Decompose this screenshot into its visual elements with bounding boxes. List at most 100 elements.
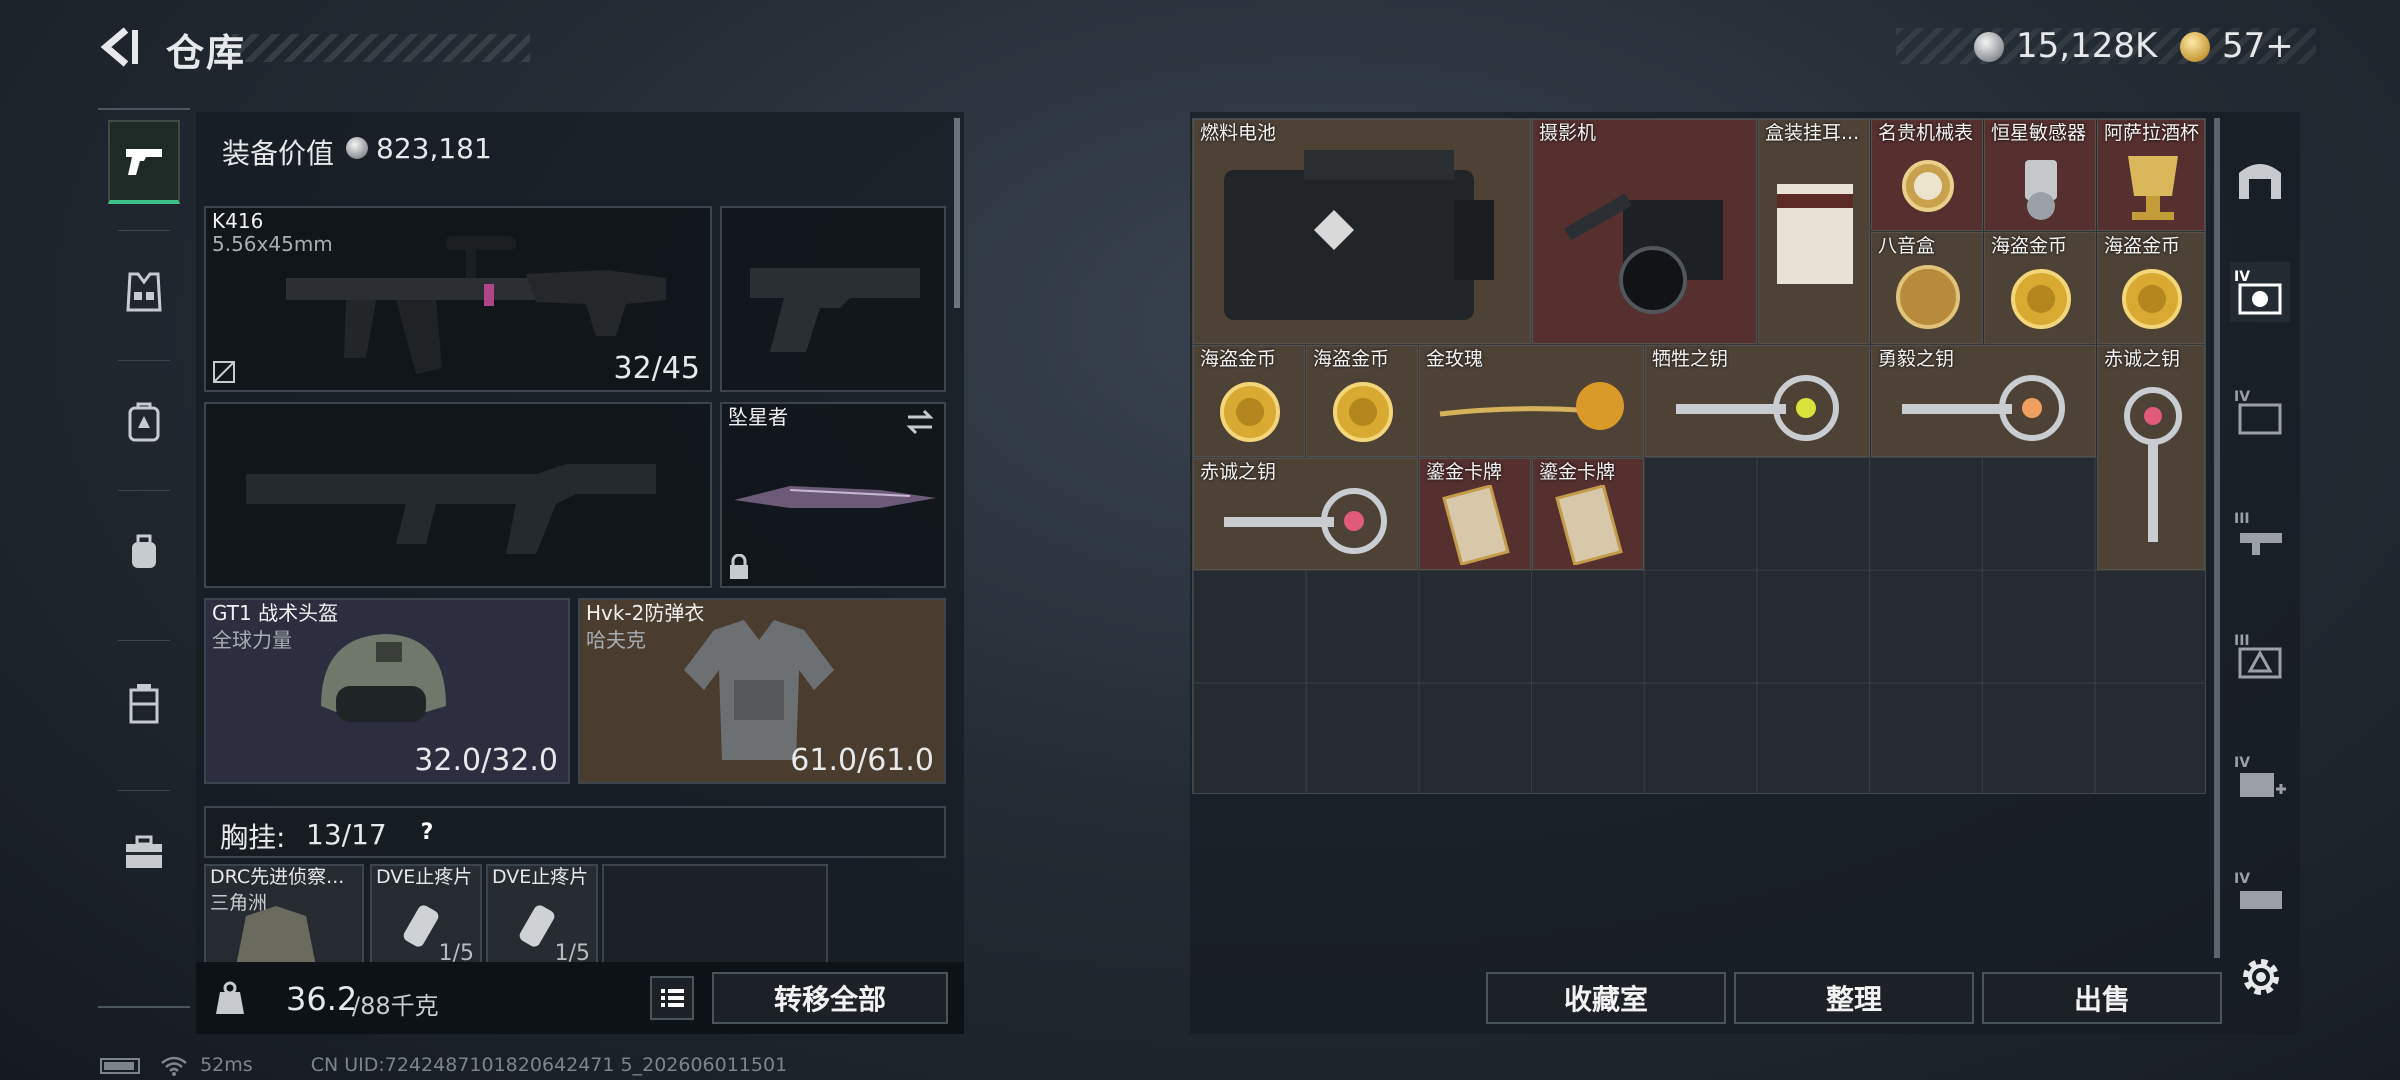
goblet-icon <box>2128 156 2178 220</box>
star-sensor-icon <box>2025 160 2057 220</box>
rail-backpack-tab[interactable] <box>108 380 180 464</box>
storage-home-tab[interactable] <box>2230 148 2290 208</box>
storage-item[interactable]: 盒装挂耳... <box>1758 119 1870 344</box>
rail-weapon-tab[interactable] <box>108 120 180 204</box>
list-icon <box>661 989 684 1007</box>
storage-item[interactable]: 金玫瑰 <box>1419 345 1644 457</box>
secondary-weapon-slot-empty[interactable] <box>204 402 712 588</box>
swap-icon[interactable] <box>904 408 936 436</box>
storage-tab-level-iv[interactable]: IV <box>2230 262 2290 322</box>
coffee-box-icon <box>1777 184 1853 284</box>
storage-item[interactable]: 赤诚之钥 <box>1193 458 1418 570</box>
watch-icon <box>1902 160 1954 212</box>
key-icon <box>2124 387 2182 542</box>
storage-item[interactable]: 海盗金币 <box>2097 232 2205 344</box>
storage-tab-level-iii[interactable]: III <box>2230 504 2290 564</box>
rail-pouch-tab[interactable] <box>108 510 180 594</box>
fuel-cell-icon <box>1224 150 1494 320</box>
chest-rig-item[interactable]: DVE止疼片 1/5 <box>370 864 482 966</box>
item-name: 阿萨拉酒杯 <box>2104 122 2200 144</box>
storage-item[interactable]: 阿萨拉酒杯 <box>2097 119 2205 231</box>
helmet-slot[interactable]: GT1 战术头盔 全球力量 32.0/32.0 <box>204 598 570 784</box>
transfer-all-button[interactable]: 转移全部 <box>712 972 948 1024</box>
equipment-scrollbar[interactable] <box>954 118 960 308</box>
storage-item[interactable]: 勇毅之钥 <box>1871 345 2096 457</box>
storage-item[interactable]: 燃料电池 <box>1193 119 1531 344</box>
chest-rig-item[interactable]: DVE止疼片 1/5 <box>486 864 598 966</box>
medical-category-icon: IV <box>2234 755 2286 797</box>
storage-tab-level-iv-4[interactable]: IV <box>2230 864 2290 924</box>
silver-amount[interactable]: 15,128K <box>2016 26 2157 66</box>
storage-item[interactable]: 名贵机械表 <box>1871 119 1983 231</box>
pouch-icon <box>132 534 156 568</box>
equipment-category-icon: IV <box>2234 389 2282 435</box>
chest-rig-label: 胸挂: <box>220 821 286 854</box>
storage-item[interactable]: 鎏金卡牌 <box>1419 458 1531 570</box>
battery-icon <box>100 1057 140 1074</box>
silver-coin-icon <box>346 137 368 159</box>
key-icon <box>1224 488 1387 554</box>
weight-kg-icon <box>216 981 244 1014</box>
storage-tab-level-iv-3[interactable]: IV <box>2230 748 2290 808</box>
chest-rig-empty-slot[interactable] <box>602 864 828 966</box>
svg-text:IV: IV <box>2234 755 2250 771</box>
back-arrow-icon[interactable] <box>96 24 142 70</box>
gold-rose-icon <box>1439 382 1624 430</box>
help-icon[interactable]: ? <box>412 818 442 848</box>
helmet-durability: 32.0/32.0 <box>414 743 558 778</box>
list-view-button[interactable] <box>650 976 694 1020</box>
storage-item[interactable]: 牺牲之钥 <box>1645 345 1870 457</box>
chest-rig-item[interactable]: DRC先进侦察... 三角洲 <box>204 864 364 966</box>
pistol-icon <box>126 149 162 175</box>
sort-button[interactable]: 整理 <box>1734 972 1974 1024</box>
item-name: 海盗金币 <box>1200 348 1277 370</box>
storage-item[interactable]: 摄影机 <box>1532 119 1757 344</box>
item-name: 金玫瑰 <box>1426 348 1484 370</box>
ammo-category-icon: IV <box>2234 871 2282 909</box>
weapon-category-icon: III <box>2234 511 2282 555</box>
gold-amount[interactable]: 57+ <box>2222 26 2294 66</box>
melee-name: 坠星者 <box>728 405 788 429</box>
sidearm-slot-empty[interactable] <box>720 206 946 392</box>
storage-item[interactable]: 恒星敏感器 <box>1984 119 2096 231</box>
svg-text:IV: IV <box>2234 389 2250 405</box>
settings-gear-icon[interactable] <box>2236 952 2286 1002</box>
weapon-name: K416 <box>212 209 264 233</box>
camera-category-icon: IV <box>2234 269 2282 315</box>
storage-tab-level-iii-2[interactable]: III <box>2230 626 2290 686</box>
item-name: 海盗金币 <box>2104 235 2181 257</box>
storage-item[interactable]: 鎏金卡牌 <box>1532 458 1644 570</box>
gold-coin-icon <box>2180 32 2210 62</box>
melee-slot[interactable]: 坠星者 <box>720 402 946 588</box>
gold-coin-icon <box>1333 382 1393 442</box>
storage-item[interactable]: 海盗金币 <box>1193 345 1305 457</box>
item-name: DVE止疼片 <box>492 866 589 888</box>
storage-scrollbar[interactable] <box>2214 118 2220 958</box>
toolbox-icon <box>126 835 162 868</box>
storage-item[interactable]: 海盗金币 <box>1306 345 1418 457</box>
storage-item[interactable]: 八音盒 <box>1871 232 1983 344</box>
storage-item[interactable]: 海盗金币 <box>1984 232 2096 344</box>
item-name: 海盗金币 <box>1991 235 2068 257</box>
collection-room-button[interactable]: 收藏室 <box>1486 972 1726 1024</box>
storage-item[interactable]: 赤诚之钥 <box>2097 345 2205 570</box>
svg-text:III: III <box>2234 633 2250 649</box>
rail-toolbox-tab[interactable] <box>108 810 180 894</box>
primary-weapon-slot[interactable]: K416 5.56x45mm 32/45 <box>204 206 712 392</box>
body-armor-slot[interactable]: Hvk-2防弹衣 哈夫克 61.0/61.0 <box>578 598 946 784</box>
item-name: 鎏金卡牌 <box>1539 461 1616 483</box>
backpack-icon <box>128 402 160 442</box>
chest-rig-icon <box>126 272 162 312</box>
weapon-ammo: 32/45 <box>613 351 700 386</box>
rail-case-tab[interactable] <box>108 662 180 746</box>
item-name: 恒星敏感器 <box>1991 122 2087 144</box>
rail-chest-rig-tab[interactable] <box>108 250 180 334</box>
music-box-icon <box>1896 265 1960 329</box>
key-icon <box>1902 375 2065 441</box>
storage-tab-level-iv-2[interactable]: IV <box>2230 382 2290 442</box>
svg-text:III: III <box>2234 511 2250 527</box>
user-uid: CN UID:7242487101820642471 5_20260601150… <box>310 1054 788 1076</box>
gold-coin-icon <box>2122 269 2182 329</box>
sell-button[interactable]: 出售 <box>1982 972 2222 1024</box>
item-name: 摄影机 <box>1539 122 1597 144</box>
